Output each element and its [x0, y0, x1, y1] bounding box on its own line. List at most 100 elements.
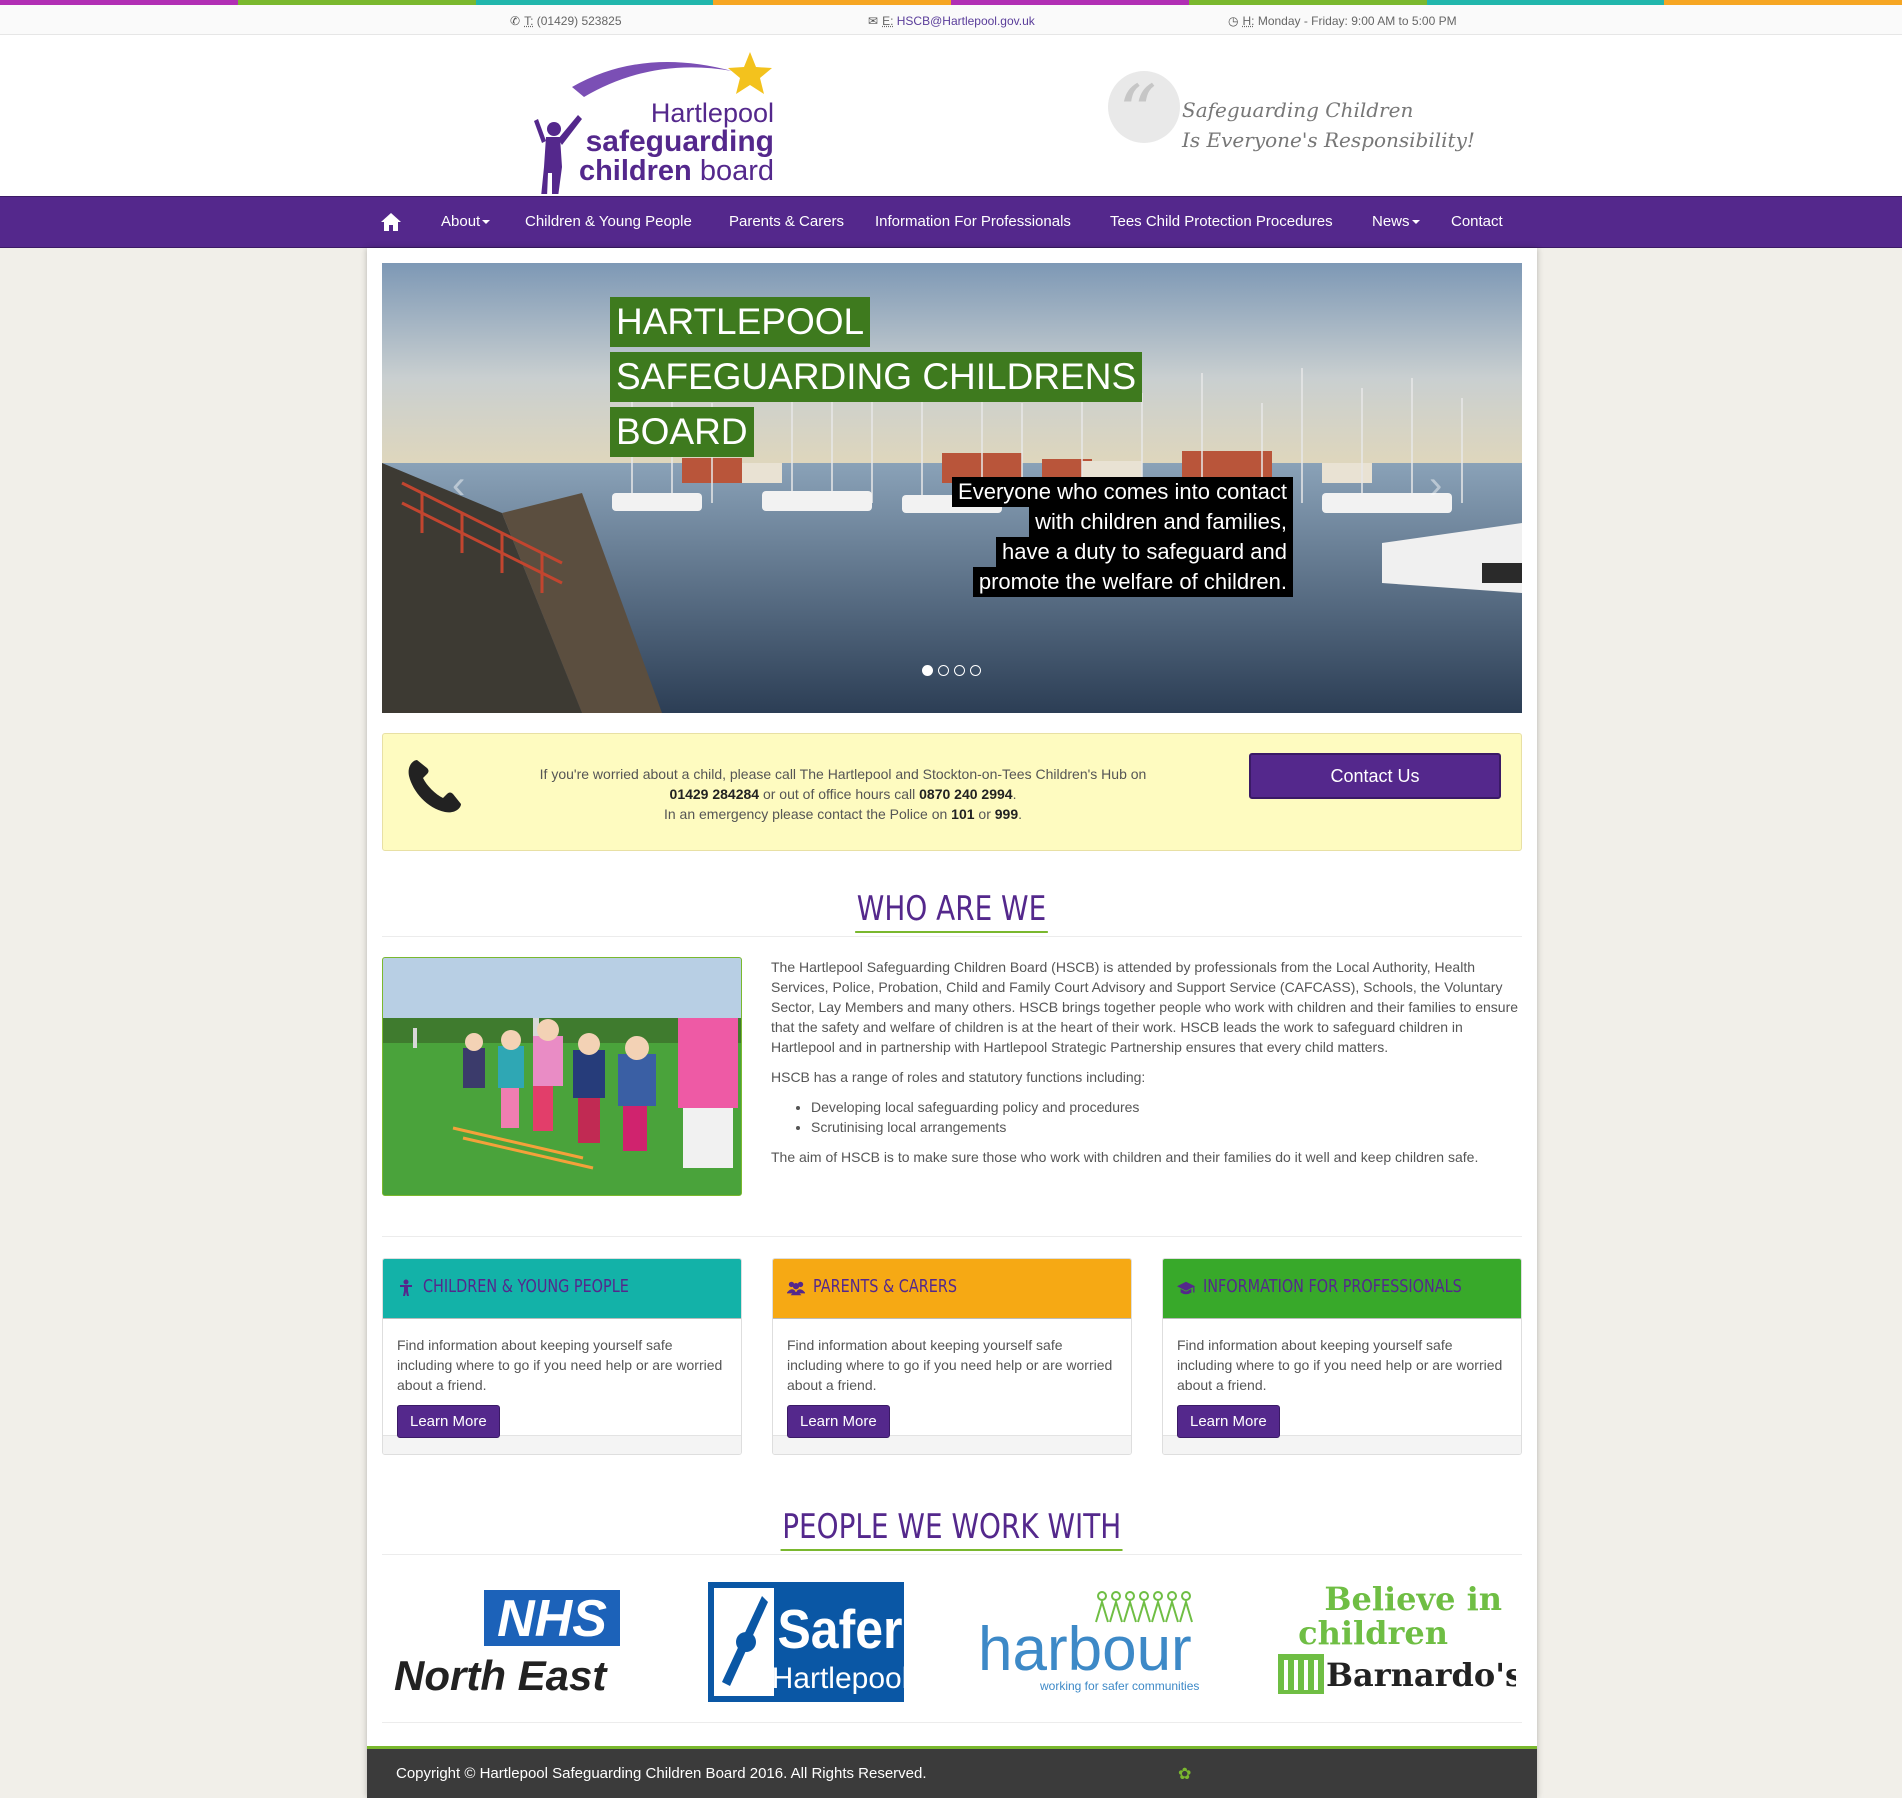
child-icon: [400, 1279, 412, 1296]
contact-info-bar: ✆ T: (01429) 523825 ✉ E: HSCB@Hartlepool.g…: [0, 5, 1902, 35]
hscb-logo[interactable]: Hartlepool safeguarding children board: [532, 49, 792, 194]
safer-text: Safer: [777, 1599, 902, 1661]
alert-line-1: If you're worried about a child, please …: [539, 766, 1147, 782]
nav-item-children-young-people[interactable]: Children & Young People: [525, 213, 692, 230]
people-we-work-with-heading-row: PEOPLE WE WORK WITH: [382, 1505, 1522, 1555]
card-header: PARENTS & CARERS: [773, 1259, 1131, 1319]
out-of-hours-number: 0870 240 2994: [919, 786, 1013, 802]
nav-item-information-for-professionals[interactable]: Information For Professionals: [875, 213, 1071, 230]
card-footer: [383, 1435, 741, 1454]
card-body: Find information about keeping yourself …: [383, 1319, 741, 1438]
contact-us-button[interactable]: Contact Us: [1249, 753, 1501, 799]
people-we-work-with-heading: PEOPLE WE WORK WITH: [780, 1505, 1124, 1551]
harbour-text: harbour: [978, 1615, 1192, 1684]
list-item: Scrutinising local arrangements: [811, 1117, 1526, 1137]
section-divider: [382, 1722, 1522, 1723]
who-are-we-heading-row: WHO ARE WE: [382, 887, 1522, 937]
who-paragraph-3: The aim of HSCB is to make sure those wh…: [771, 1149, 1479, 1165]
caret-down-icon: [1411, 220, 1420, 225]
nav-item-contact[interactable]: Contact: [1451, 213, 1503, 230]
alert-line-3-end: .: [1018, 806, 1023, 822]
slide-title-line-1: HARTLEPOOL: [610, 297, 871, 347]
logo-word-board: board: [700, 155, 774, 187]
main-navigation: About Children & Young People Parents & …: [0, 196, 1902, 248]
police-101: 101: [951, 806, 975, 822]
copyright-text: Copyright © Hartlepool Safeguarding Chil…: [396, 1765, 927, 1782]
alert-line-3-start: In an emergency please contact the Polic…: [663, 806, 952, 822]
slide-title-line-2: SAFEGUARDING CHILDRENS: [610, 352, 1143, 402]
carousel-dot[interactable]: [922, 665, 933, 676]
learn-more-button[interactable]: Learn More: [787, 1405, 890, 1438]
graduation-cap-icon: [1177, 1281, 1195, 1295]
logo-line-children: children board: [579, 155, 774, 187]
gear-icon[interactable]: ✿: [1178, 1764, 1191, 1784]
users-icon: [787, 1281, 805, 1296]
email-label: E:: [882, 14, 894, 28]
nav-item-parents-carers[interactable]: Parents & Carers: [729, 213, 844, 230]
caret-down-icon: [482, 220, 491, 225]
star-icon: [728, 52, 772, 94]
police-999: 999: [994, 806, 1019, 822]
card-children-young-people: CHILDREN & YOUNG PEOPLE Find information…: [382, 1258, 742, 1455]
email-link[interactable]: HSCB@Hartlepool.gov.uk: [897, 14, 1035, 28]
nav-item-tees-child-protection[interactable]: Tees Child Protection Procedures: [1110, 213, 1333, 230]
nav-item-news[interactable]: News: [1372, 213, 1420, 230]
safer-hartlepool-logo[interactable]: Safer Hartlepool: [708, 1582, 904, 1702]
phone-info: ✆ T: (01429) 523825: [510, 14, 622, 28]
learn-more-button[interactable]: Learn More: [1177, 1405, 1280, 1438]
nav-children-label: Children & Young People: [525, 213, 692, 230]
phone-number: (01429) 523825: [536, 14, 622, 28]
learn-more-button[interactable]: Learn More: [397, 1405, 500, 1438]
card-description: Find information about keeping yourself …: [787, 1337, 1113, 1393]
list-item: Developing local safeguarding policy and…: [811, 1097, 1526, 1117]
nhs-badge-text: NHS: [497, 1590, 607, 1648]
nav-parents-label: Parents & Carers: [729, 213, 845, 230]
slide-caption-line-2: with children and families,: [1029, 507, 1293, 537]
who-are-we-text: The Hartlepool Safeguarding Children Boa…: [771, 957, 1526, 1177]
carousel-dot[interactable]: [938, 665, 949, 676]
nav-contact-label: Contact: [1451, 213, 1503, 230]
nav-professionals-label: Information For Professionals: [875, 213, 1071, 230]
children-playing-illustration: [383, 958, 741, 1195]
quote-text: Safeguarding Children Is Everyone's Resp…: [1182, 95, 1475, 155]
alert-line-2-mid: or out of office hours call: [759, 786, 920, 802]
site-header: Hartlepool safeguarding children board “…: [0, 35, 1902, 196]
card-parents-carers: PARENTS & CARERS Find information about …: [772, 1258, 1132, 1455]
nav-item-about[interactable]: About: [441, 213, 491, 230]
card-body: Find information about keeping yourself …: [1163, 1319, 1521, 1438]
harbour-tagline: working for safer communities: [1039, 1679, 1199, 1693]
card-footer: [773, 1435, 1131, 1454]
who-paragraph-1: The Hartlepool Safeguarding Children Boa…: [771, 959, 1519, 1055]
card-title: CHILDREN & YOUNG PEOPLE: [423, 1276, 629, 1297]
who-paragraph-2: HSCB has a range of roles and statutory …: [771, 1069, 1146, 1085]
logo-line-hartlepool: Hartlepool: [651, 98, 774, 128]
home-icon[interactable]: [380, 211, 402, 233]
hours-info: ◷ H: Monday - Friday: 9:00 AM to 5:00 PM: [1228, 14, 1457, 28]
logo-word-children: children: [579, 155, 692, 187]
nav-tees-label: Tees Child Protection Procedures: [1110, 213, 1333, 230]
carousel-prev-icon[interactable]: ‹: [452, 463, 465, 508]
slide-caption-line-4: promote the welfare of children.: [972, 567, 1293, 597]
alert-line-2-end: .: [1012, 786, 1017, 802]
barnardos-logo[interactable]: Believe in children Barnardo's: [1276, 1574, 1516, 1694]
logo-line-safeguarding: safeguarding: [586, 125, 774, 158]
carousel-indicators: [922, 665, 981, 676]
barnardos-tagline-2: children: [1298, 1614, 1448, 1652]
phone-icon: [408, 760, 461, 813]
phone-label: T:: [524, 14, 534, 28]
card-description: Find information about keeping yourself …: [397, 1337, 723, 1393]
partner-logos-carousel: NHS North East Safer Hartlepool harbour …: [382, 1570, 1522, 1702]
phone-icon: ✆: [510, 14, 521, 28]
carousel-dot[interactable]: [954, 665, 965, 676]
harbour-logo[interactable]: harbour working for safer communities: [976, 1586, 1232, 1696]
worried-about-child-alert: If you're worried about a child, please …: [382, 733, 1522, 851]
alert-text: If you're worried about a child, please …: [483, 764, 1203, 824]
site-footer: Copyright © Hartlepool Safeguarding Chil…: [367, 1746, 1537, 1798]
hours-text: Monday - Friday: 9:00 AM to 5:00 PM: [1257, 14, 1457, 28]
carousel-dot[interactable]: [970, 665, 981, 676]
barnardos-tagline-1: Believe in: [1324, 1580, 1502, 1618]
card-description: Find information about keeping yourself …: [1177, 1337, 1503, 1393]
nhs-north-east-logo[interactable]: NHS North East: [394, 1588, 624, 1698]
carousel-next-icon[interactable]: ›: [1429, 463, 1442, 508]
header-quote: “ Safeguarding Children Is Everyone's Re…: [1108, 71, 1475, 161]
